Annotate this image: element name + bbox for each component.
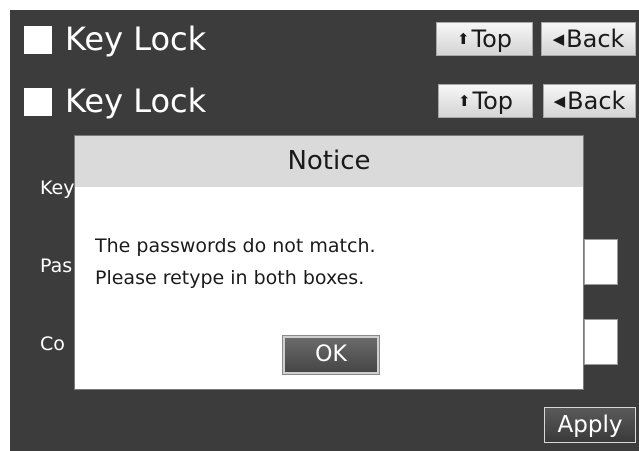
page-title: Key Lock: [65, 20, 207, 58]
dialog-title: Notice: [75, 136, 583, 187]
page-title: Key Lock: [65, 82, 207, 120]
ok-button[interactable]: OK: [282, 335, 380, 375]
top-button-label: Top: [471, 25, 513, 53]
confirm-password-input[interactable]: [584, 319, 618, 365]
dialog-message-line-2: Please retype in both boxes.: [95, 267, 365, 289]
top-button[interactable]: ⬆ Top: [436, 22, 533, 56]
up-arrow-icon: ⬆: [457, 92, 471, 110]
notice-dialog: Notice The passwords do not match. Pleas…: [74, 135, 584, 390]
checkbox-icon[interactable]: [24, 26, 52, 54]
password-input[interactable]: [584, 239, 618, 285]
up-arrow-icon: ⬆: [456, 30, 470, 48]
back-button-label: Back: [567, 87, 626, 115]
left-triangle-icon: ◀: [553, 92, 566, 110]
confirm-password-label: Co: [40, 333, 65, 355]
back-button-label: Back: [566, 25, 625, 53]
apply-button[interactable]: Apply: [544, 407, 636, 443]
key-label: Key: [40, 177, 75, 199]
key-lock-screen: Key Lock ⬆ Top ◀ Back Key Lock ⬆ Top ◀ B…: [10, 10, 639, 451]
checkbox-icon[interactable]: [24, 88, 52, 116]
back-button[interactable]: ◀ Back: [541, 22, 636, 56]
back-button[interactable]: ◀ Back: [543, 84, 636, 118]
top-button[interactable]: ⬆ Top: [438, 84, 533, 118]
top-button-label: Top: [472, 87, 514, 115]
header-secondary: Key Lock ⬆ Top ◀ Back: [10, 72, 639, 134]
dialog-message-line-1: The passwords do not match.: [95, 235, 376, 257]
password-label: Pas: [40, 255, 73, 277]
header-primary: Key Lock ⬆ Top ◀ Back: [10, 10, 639, 72]
left-triangle-icon: ◀: [552, 30, 565, 48]
